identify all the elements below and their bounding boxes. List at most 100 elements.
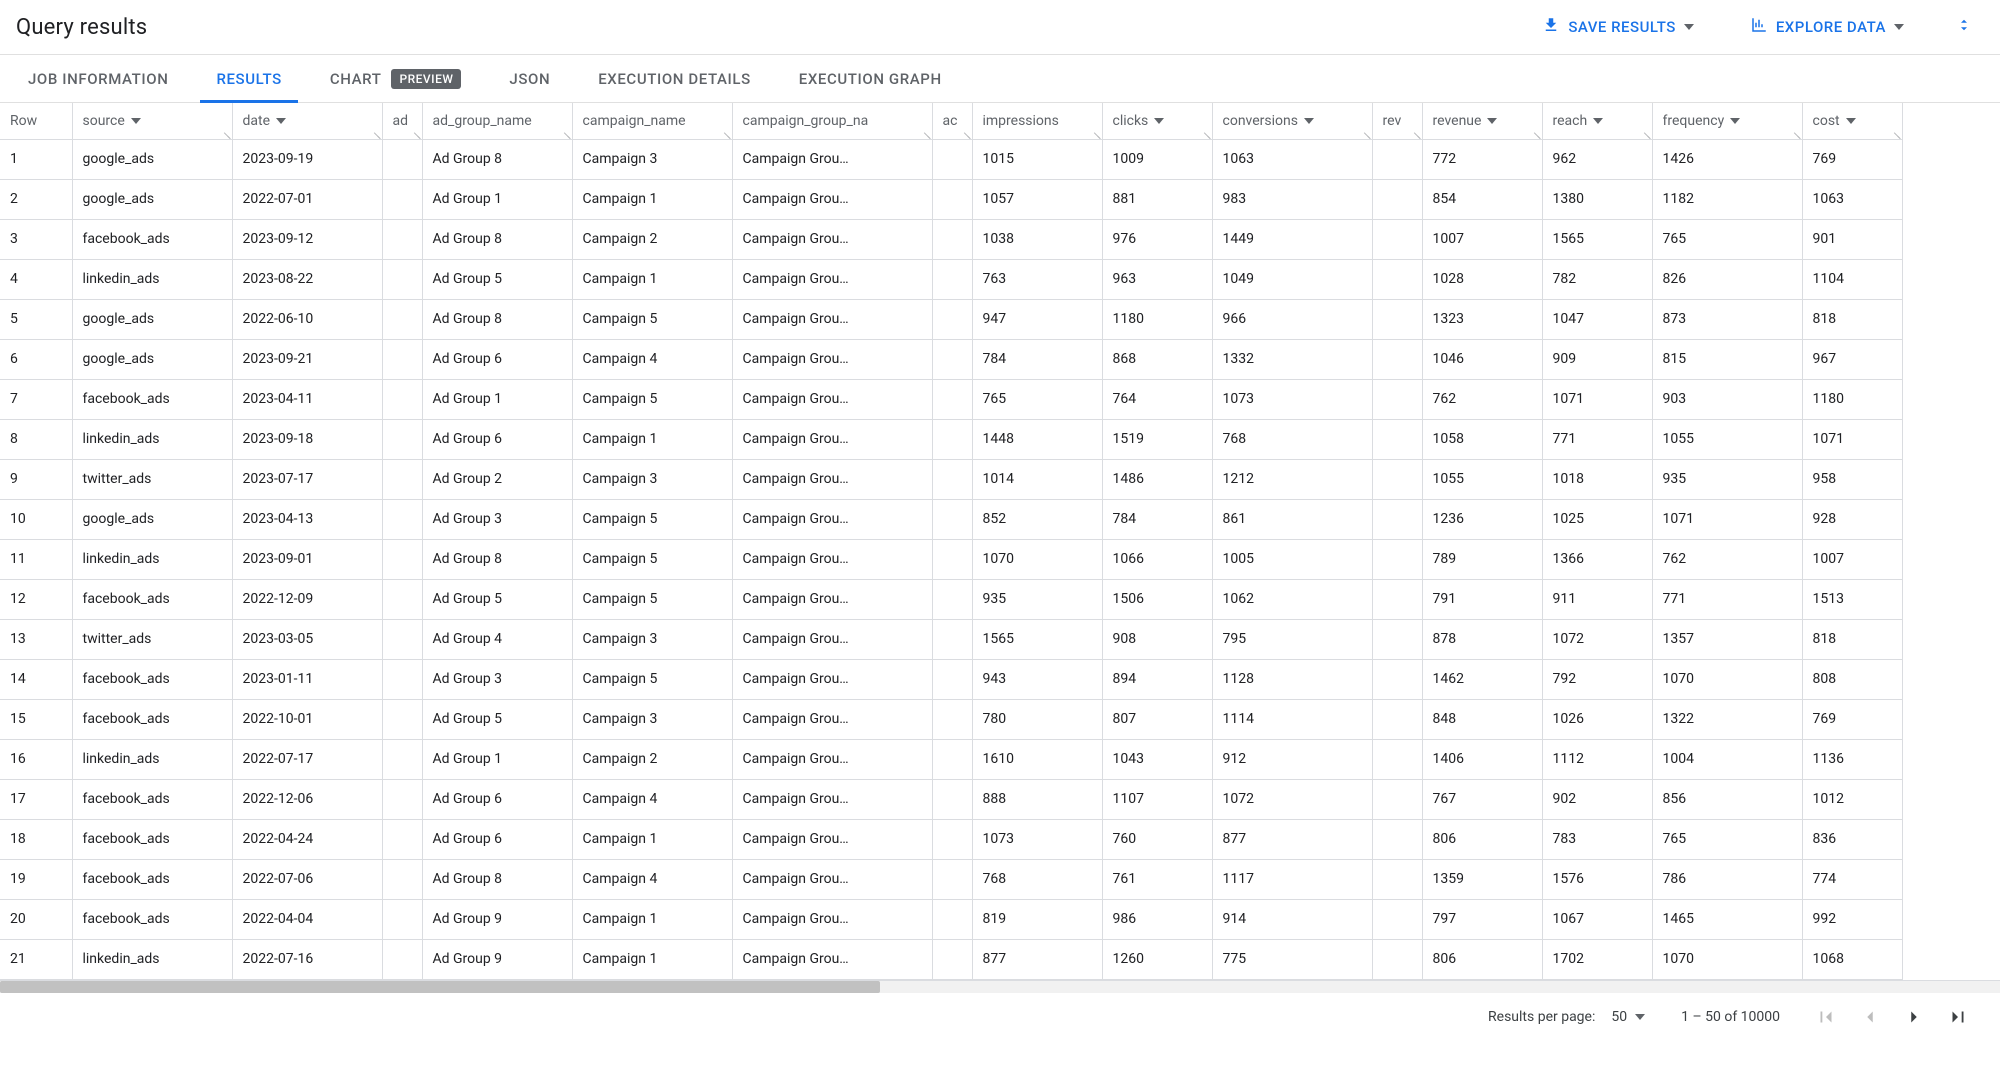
cell-revenue: 806 xyxy=(1422,939,1542,979)
column-menu-icon[interactable] xyxy=(1154,118,1164,124)
column-menu-icon[interactable] xyxy=(131,118,141,124)
column-header-revenue[interactable]: revenue xyxy=(1422,103,1542,139)
column-menu-icon[interactable] xyxy=(1487,118,1497,124)
table-row[interactable]: 21linkedin_ads2022-07-16Ad Group 9Campai… xyxy=(0,939,1902,979)
scrollbar-thumb[interactable] xyxy=(0,981,880,993)
column-header-clicks[interactable]: clicks xyxy=(1102,103,1212,139)
column-resize-handle[interactable] xyxy=(922,129,932,139)
cell-row: 4 xyxy=(0,259,72,299)
column-header-conversions[interactable]: conversions xyxy=(1212,103,1372,139)
expand-panel-button[interactable] xyxy=(1952,15,1976,39)
cell-ac xyxy=(932,779,972,819)
cell-date: 2022-04-04 xyxy=(232,899,382,939)
next-page-button[interactable] xyxy=(1900,1003,1928,1031)
tab-chart[interactable]: CHARTPREVIEW xyxy=(330,55,462,102)
first-page-button[interactable] xyxy=(1812,1003,1840,1031)
cell-campaign_group_na: Campaign Grou… xyxy=(732,259,932,299)
table-row[interactable]: 14facebook_ads2023-01-11Ad Group 3Campai… xyxy=(0,659,1902,699)
column-resize-handle[interactable] xyxy=(1532,129,1542,139)
column-menu-icon[interactable] xyxy=(276,118,286,124)
cell-frequency: 856 xyxy=(1652,779,1802,819)
page-size-select[interactable]: 50 xyxy=(1607,1007,1649,1027)
tab-exec-graph[interactable]: EXECUTION GRAPH xyxy=(799,55,942,102)
tab-exec-details[interactable]: EXECUTION DETAILS xyxy=(598,55,751,102)
last-page-button[interactable] xyxy=(1944,1003,1972,1031)
table-row[interactable]: 4linkedin_ads2023-08-22Ad Group 5Campaig… xyxy=(0,259,1902,299)
table-row[interactable]: 18facebook_ads2022-04-24Ad Group 6Campai… xyxy=(0,819,1902,859)
column-header-ad[interactable]: ad xyxy=(382,103,422,139)
cell-frequency: 1465 xyxy=(1652,899,1802,939)
column-header-ad_group_name[interactable]: ad_group_name xyxy=(422,103,572,139)
results-table-wrap[interactable]: Rowsourcedateadad_group_namecampaign_nam… xyxy=(0,103,2000,981)
table-row[interactable]: 20facebook_ads2022-04-04Ad Group 9Campai… xyxy=(0,899,1902,939)
column-header-campaign_group_na[interactable]: campaign_group_na xyxy=(732,103,932,139)
cell-cost: 774 xyxy=(1802,859,1902,899)
prev-page-button[interactable] xyxy=(1856,1003,1884,1031)
column-resize-handle[interactable] xyxy=(1642,129,1652,139)
cell-source: linkedin_ads xyxy=(72,739,232,779)
cell-conversions: 1117 xyxy=(1212,859,1372,899)
column-resize-handle[interactable] xyxy=(372,129,382,139)
column-header-ac[interactable]: ac xyxy=(932,103,972,139)
table-row[interactable]: 17facebook_ads2022-12-06Ad Group 6Campai… xyxy=(0,779,1902,819)
column-resize-handle[interactable] xyxy=(222,129,232,139)
column-resize-handle[interactable] xyxy=(1362,129,1372,139)
cell-ad_group_name: Ad Group 1 xyxy=(422,179,572,219)
tab-job-info[interactable]: JOB INFORMATION xyxy=(28,55,168,102)
cell-reach: 1565 xyxy=(1542,219,1652,259)
cell-impressions: 780 xyxy=(972,699,1102,739)
table-row[interactable]: 10google_ads2023-04-13Ad Group 3Campaign… xyxy=(0,499,1902,539)
column-menu-icon[interactable] xyxy=(1846,118,1856,124)
column-header-cost[interactable]: cost xyxy=(1802,103,1902,139)
column-header-reach[interactable]: reach xyxy=(1542,103,1652,139)
cell-ac xyxy=(932,499,972,539)
column-header-rev[interactable]: rev xyxy=(1372,103,1422,139)
cell-ac xyxy=(932,379,972,419)
column-resize-handle[interactable] xyxy=(1892,129,1902,139)
column-label: reach xyxy=(1553,113,1588,129)
table-row[interactable]: 7facebook_ads2023-04-11Ad Group 1Campaig… xyxy=(0,379,1902,419)
save-results-label: SAVE RESULTS xyxy=(1568,18,1676,36)
column-resize-handle[interactable] xyxy=(1412,129,1422,139)
column-menu-icon[interactable] xyxy=(1304,118,1314,124)
column-header-row[interactable]: Row xyxy=(0,103,72,139)
column-menu-icon[interactable] xyxy=(1730,118,1740,124)
column-resize-handle[interactable] xyxy=(1202,129,1212,139)
download-icon xyxy=(1542,16,1560,38)
save-results-button[interactable]: SAVE RESULTS xyxy=(1534,10,1702,44)
column-resize-handle[interactable] xyxy=(1792,129,1802,139)
table-row[interactable]: 16linkedin_ads2022-07-17Ad Group 1Campai… xyxy=(0,739,1902,779)
table-row[interactable]: 2google_ads2022-07-01Ad Group 1Campaign … xyxy=(0,179,1902,219)
table-row[interactable]: 8linkedin_ads2023-09-18Ad Group 6Campaig… xyxy=(0,419,1902,459)
column-resize-handle[interactable] xyxy=(1092,129,1102,139)
table-row[interactable]: 12facebook_ads2022-12-09Ad Group 5Campai… xyxy=(0,579,1902,619)
table-row[interactable]: 13twitter_ads2023-03-05Ad Group 4Campaig… xyxy=(0,619,1902,659)
column-resize-handle[interactable] xyxy=(722,129,732,139)
explore-data-button[interactable]: EXPLORE DATA xyxy=(1742,10,1912,44)
column-header-source[interactable]: source xyxy=(72,103,232,139)
table-row[interactable]: 1google_ads2023-09-19Ad Group 8Campaign … xyxy=(0,139,1902,179)
table-row[interactable]: 11linkedin_ads2023-09-01Ad Group 8Campai… xyxy=(0,539,1902,579)
table-row[interactable]: 19facebook_ads2022-07-06Ad Group 8Campai… xyxy=(0,859,1902,899)
table-row[interactable]: 6google_ads2023-09-21Ad Group 6Campaign … xyxy=(0,339,1902,379)
cell-frequency: 815 xyxy=(1652,339,1802,379)
table-row[interactable]: 9twitter_ads2023-07-17Ad Group 2Campaign… xyxy=(0,459,1902,499)
column-resize-handle[interactable] xyxy=(412,129,422,139)
column-resize-handle[interactable] xyxy=(962,129,972,139)
table-row[interactable]: 3facebook_ads2023-09-12Ad Group 8Campaig… xyxy=(0,219,1902,259)
table-row[interactable]: 15facebook_ads2022-10-01Ad Group 5Campai… xyxy=(0,699,1902,739)
cell-rev xyxy=(1372,539,1422,579)
column-header-date[interactable]: date xyxy=(232,103,382,139)
column-resize-handle[interactable] xyxy=(562,129,572,139)
column-header-frequency[interactable]: frequency xyxy=(1652,103,1802,139)
tab-results[interactable]: RESULTS xyxy=(216,55,281,102)
cell-row: 11 xyxy=(0,539,72,579)
horizontal-scrollbar[interactable] xyxy=(0,981,2000,993)
table-row[interactable]: 5google_ads2022-06-10Ad Group 8Campaign … xyxy=(0,299,1902,339)
cell-rev xyxy=(1372,899,1422,939)
column-menu-icon[interactable] xyxy=(1593,118,1603,124)
column-header-impressions[interactable]: impressions xyxy=(972,103,1102,139)
cell-clicks: 807 xyxy=(1102,699,1212,739)
column-header-campaign_name[interactable]: campaign_name xyxy=(572,103,732,139)
tab-json[interactable]: JSON xyxy=(509,55,550,102)
